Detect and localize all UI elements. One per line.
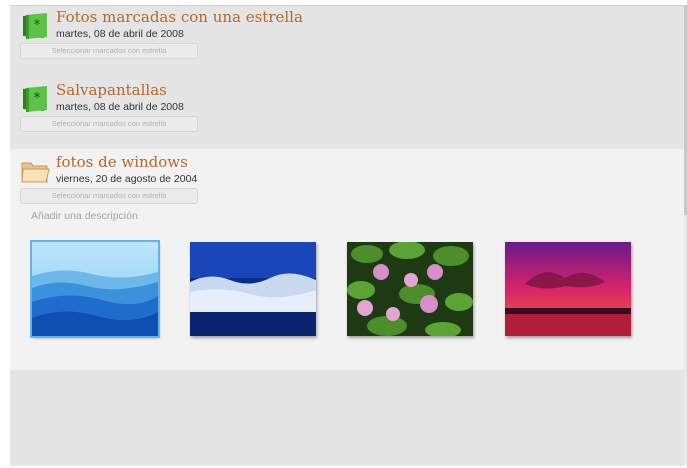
svg-text:*: *	[34, 91, 41, 106]
starred-album-icon: *	[23, 13, 47, 39]
photo-thumbnail-blue-hills[interactable]	[30, 240, 160, 338]
photo-thumbnail-sunset[interactable]	[505, 242, 631, 336]
select-starred-button[interactable]: Seleccionar marcados con estrella	[20, 188, 198, 204]
select-starred-button[interactable]: Seleccionar marcados con estrella	[20, 116, 198, 132]
album-title[interactable]: fotos de windows	[56, 153, 188, 171]
select-starred-button[interactable]: Seleccionar marcados con estrella	[20, 43, 198, 59]
photo-thumbnail-frosted-trees[interactable]	[190, 242, 316, 336]
starred-album-icon: *	[23, 86, 47, 112]
album-date: martes, 08 de abril de 2008	[56, 101, 184, 113]
album-date: martes, 08 de abril de 2008	[56, 28, 184, 40]
photo-thumbnail-water-lilies[interactable]	[347, 242, 473, 336]
album-date: viernes, 20 de agosto de 2004	[56, 173, 198, 185]
window: * Fotos marcadas con una estrella martes…	[0, 0, 687, 468]
album-title[interactable]: Salvapantallas	[56, 81, 167, 99]
folder-icon	[21, 162, 50, 183]
album-title[interactable]: Fotos marcadas con una estrella	[56, 8, 303, 26]
svg-text:*: *	[34, 18, 41, 33]
description-input[interactable]: Añadir una descripción	[31, 210, 138, 222]
